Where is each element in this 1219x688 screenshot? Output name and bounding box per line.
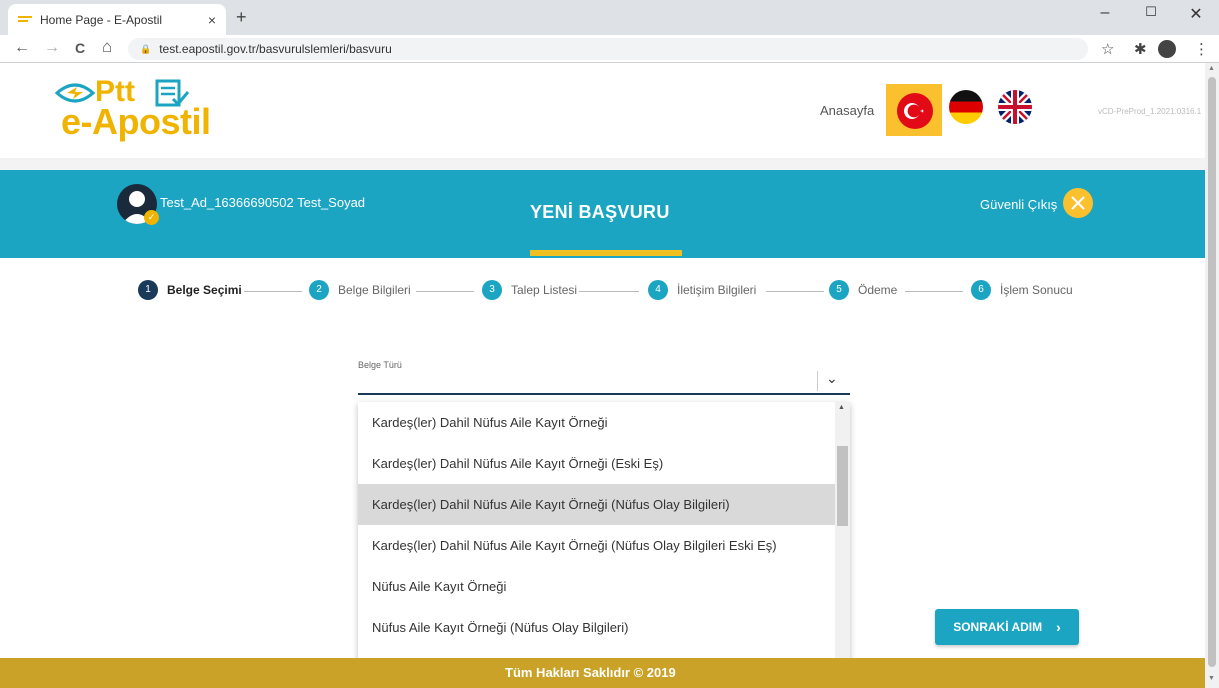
step-number: 3 <box>482 280 502 300</box>
step-connector <box>905 291 963 292</box>
page-title: YENİ BAŞVURU <box>530 202 670 222</box>
chevron-down-icon[interactable]: ⌄ <box>826 370 838 387</box>
step-islem-sonucu[interactable]: 6 İşlem Sonucu <box>971 280 1073 300</box>
step-label: Talep Listesi <box>511 283 578 297</box>
dropdown-option[interactable]: Kardeş(ler) Dahil Nüfus Aile Kayıt Örneğ… <box>358 402 835 443</box>
dropdown-option[interactable]: Kardeş(ler) Dahil Nüfus Aile Kayıt Örneğ… <box>358 443 835 484</box>
browser-toolbar: ← → C ⌂ 🔒 test.eapostil.gov.tr/basvuruls… <box>0 35 1219 63</box>
step-odeme[interactable]: 5 Ödeme <box>829 280 897 300</box>
step-label: İşlem Sonucu <box>1000 283 1073 297</box>
scroll-up-icon[interactable]: ▲ <box>838 404 845 411</box>
next-step-button[interactable]: SONRAKİ ADIM › <box>935 609 1079 645</box>
step-number: 1 <box>138 280 158 300</box>
tab-title: Home Page - E-Apostil <box>40 12 163 27</box>
de-flag-icon[interactable] <box>949 90 983 124</box>
step-number: 2 <box>309 280 329 300</box>
dropdown-option[interactable]: Kardeş(ler) Dahil Nüfus Aile Kayıt Örneğ… <box>358 525 835 566</box>
title-underline <box>530 250 682 256</box>
logout-link[interactable]: Güvenli Çıkış <box>980 197 1057 212</box>
forward-button[interactable]: → <box>44 39 60 57</box>
site-favicon-icon <box>18 15 32 25</box>
chevron-right-icon: › <box>1056 619 1061 635</box>
address-bar[interactable]: 🔒 test.eapostil.gov.tr/basvurulslemleri/… <box>128 38 1088 60</box>
step-connector <box>416 291 474 292</box>
minimize-button[interactable]: – <box>1082 4 1128 22</box>
step-label: İletişim Bilgileri <box>677 283 757 297</box>
lock-icon: 🔒 <box>140 43 152 54</box>
browser-tab[interactable]: Home Page - E-Apostil × <box>8 4 226 35</box>
select-separator <box>817 371 818 391</box>
step-label: Belge Bilgileri <box>338 283 411 297</box>
site-header: Ptt e-Apostil Anasayfa vCD-PreProd_1.202… <box>0 63 1205 158</box>
version-label: vCD-PreProd_1.2021.0316.1 <box>1098 107 1202 116</box>
site-footer: Tüm Hakları Saklıdır © 2019 <box>0 658 1205 688</box>
extensions-icon[interactable]: ✱ <box>1134 40 1147 58</box>
header-divider <box>0 158 1205 170</box>
step-number: 6 <box>971 280 991 300</box>
page-scroll-thumb[interactable] <box>1208 77 1216 667</box>
step-iletisim-bilgileri[interactable]: 4 İletişim Bilgileri <box>648 280 756 300</box>
step-connector <box>244 291 302 292</box>
dropdown-option[interactable]: Nüfus Aile Kayıt Örneği (Nüfus Olay Bilg… <box>358 607 835 648</box>
browser-menu-icon[interactable]: ⋮ <box>1194 40 1209 58</box>
user-name: Test_Ad_16366690502 Test_Soyad <box>160 195 366 210</box>
verified-badge-icon: ✓ <box>144 210 159 225</box>
step-number: 4 <box>648 280 668 300</box>
maximize-button[interactable]: ☐ <box>1128 4 1174 20</box>
step-connector <box>579 291 639 292</box>
home-link[interactable]: Anasayfa <box>820 103 874 118</box>
dropdown-scrollbar[interactable]: ▲ ▼ <box>835 402 850 670</box>
next-step-label: SONRAKİ ADIM <box>953 620 1043 634</box>
dropdown-option-highlighted[interactable]: Kardeş(ler) Dahil Nüfus Aile Kayıt Örneğ… <box>358 484 835 525</box>
logo-apostil-text: e-Apostil <box>61 101 211 142</box>
step-talep-listesi[interactable]: 3 Talep Listesi <box>482 280 577 300</box>
copyright-text: Tüm Hakları Saklıdır © 2019 <box>505 665 676 680</box>
page-scroll-down-icon[interactable]: ▼ <box>1208 675 1215 682</box>
reload-button[interactable]: C <box>75 40 85 56</box>
step-belge-secimi[interactable]: 1 Belge Seçimi <box>138 280 242 300</box>
user-bar: ✓ Test_Ad_16366690502 Test_Soyad YENİ BA… <box>0 170 1205 258</box>
dropdown-scroll-thumb[interactable] <box>837 446 848 526</box>
new-tab-button[interactable]: + <box>236 7 247 28</box>
dropdown-option[interactable]: Nüfus Aile Kayıt Örneği <box>358 566 835 607</box>
tr-flag-icon[interactable] <box>897 93 933 129</box>
page-content: Ptt e-Apostil Anasayfa vCD-PreProd_1.202… <box>0 63 1205 688</box>
back-button[interactable]: ← <box>14 39 30 57</box>
step-label: Belge Seçimi <box>167 283 242 297</box>
tab-close-icon[interactable]: × <box>208 12 216 28</box>
logout-x-symbol <box>1071 196 1085 210</box>
step-label: Ödeme <box>858 283 898 297</box>
tr-flag-symbol <box>904 103 924 119</box>
url-text: test.eapostil.gov.tr/basvurulslemleri/ba… <box>159 42 392 56</box>
uk-flag-icon[interactable] <box>998 90 1032 124</box>
window-close-button[interactable]: ✕ <box>1173 4 1219 24</box>
belge-turu-dropdown: Kardeş(ler) Dahil Nüfus Aile Kayıt Örneğ… <box>358 402 850 670</box>
profile-avatar-icon[interactable] <box>1158 40 1176 58</box>
browser-tab-strip: Home Page - E-Apostil × + – ☐ ✕ <box>0 0 1219 35</box>
bookmark-star-icon[interactable]: ☆ <box>1101 40 1114 58</box>
page-scrollbar[interactable]: ▲ ▼ <box>1205 63 1219 688</box>
uk-flag-symbol <box>998 90 1032 124</box>
belge-turu-select[interactable] <box>358 369 850 395</box>
logout-icon[interactable] <box>1063 188 1093 218</box>
step-number: 5 <box>829 280 849 300</box>
home-button[interactable]: ⌂ <box>102 37 112 57</box>
progress-stepper: 1 Belge Seçimi 2 Belge Bilgileri 3 Talep… <box>0 280 1205 304</box>
page-scroll-up-icon[interactable]: ▲ <box>1208 65 1215 72</box>
step-belge-bilgileri[interactable]: 2 Belge Bilgileri <box>309 280 411 300</box>
step-connector <box>766 291 824 292</box>
eapostil-logo[interactable]: Ptt e-Apostil <box>55 75 245 145</box>
